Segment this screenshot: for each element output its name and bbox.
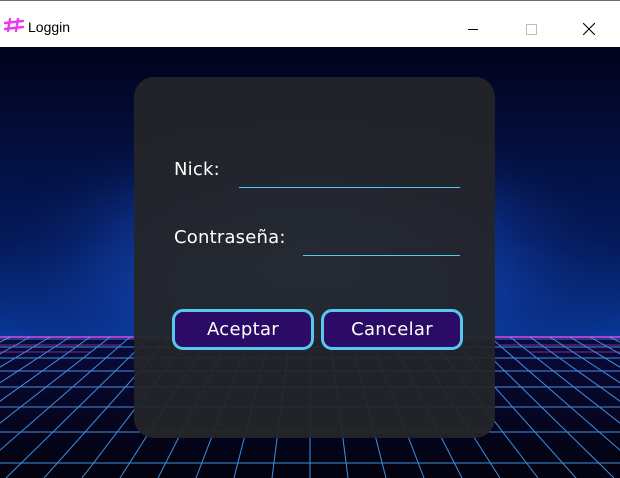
close-icon xyxy=(583,23,595,35)
title-bar[interactable]: Loggin xyxy=(0,0,620,47)
nick-input[interactable] xyxy=(239,165,460,188)
password-label: Contraseña: xyxy=(174,227,286,248)
accept-button[interactable]: Aceptar xyxy=(172,309,314,350)
minimize-icon xyxy=(468,24,478,34)
minimize-button[interactable] xyxy=(450,10,496,48)
window-title: Loggin xyxy=(28,19,71,35)
nick-label: Nick: xyxy=(174,159,220,180)
maximize-button[interactable] xyxy=(508,10,554,48)
hash-icon xyxy=(3,17,25,33)
maximize-icon xyxy=(525,23,537,35)
password-input[interactable] xyxy=(303,233,460,256)
login-window: Loggin Nick: Contraseña: Aceptar Cancela… xyxy=(0,0,620,478)
close-button[interactable] xyxy=(566,10,612,48)
login-panel: Nick: Contraseña: Aceptar Cancelar xyxy=(134,77,495,438)
cancel-button[interactable]: Cancelar xyxy=(321,309,463,350)
background-scene: Nick: Contraseña: Aceptar Cancelar xyxy=(0,47,620,478)
